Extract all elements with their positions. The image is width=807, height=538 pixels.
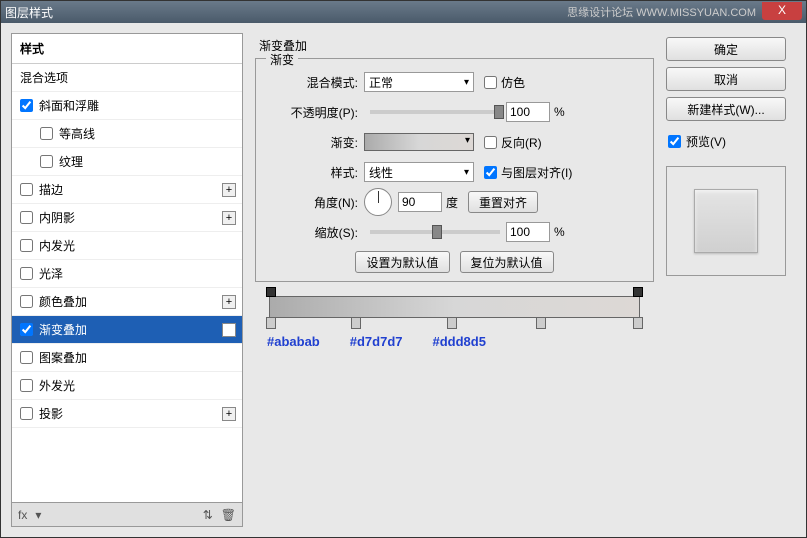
plus-icon[interactable]: + bbox=[222, 407, 236, 421]
plus-icon[interactable]: + bbox=[222, 211, 236, 225]
preview-option[interactable]: 预览(V) bbox=[666, 127, 796, 156]
angle-label: 角度(N): bbox=[264, 194, 364, 211]
blending-options[interactable]: 混合选项 bbox=[12, 64, 242, 92]
color-stop[interactable] bbox=[536, 317, 546, 329]
slider-thumb[interactable] bbox=[494, 105, 504, 119]
color-stop[interactable] bbox=[266, 317, 276, 329]
style-satin[interactable]: 光泽 bbox=[12, 260, 242, 288]
style-outer-glow[interactable]: 外发光 bbox=[12, 372, 242, 400]
reverse-option[interactable]: 反向(R) bbox=[484, 134, 542, 151]
up-down-icon[interactable]: ⇅ bbox=[203, 508, 213, 522]
blend-mode-label: 混合模式: bbox=[264, 74, 364, 91]
window-title: 图层样式 bbox=[5, 4, 53, 21]
dialog-content: 样式 混合选项 斜面和浮雕 等高线 纹理 描边+ 内阴影+ 内发光 光泽 颜色叠… bbox=[1, 23, 806, 537]
reset-default-button[interactable]: 复位为默认值 bbox=[460, 251, 554, 273]
drop-shadow-check[interactable] bbox=[20, 407, 33, 420]
cancel-button[interactable]: 取消 bbox=[666, 67, 786, 91]
gradient-picker[interactable] bbox=[364, 133, 474, 151]
ok-button[interactable]: 确定 bbox=[666, 37, 786, 61]
styles-panel: 样式 混合选项 斜面和浮雕 等高线 纹理 描边+ 内阴影+ 内发光 光泽 颜色叠… bbox=[11, 33, 243, 527]
dither-check[interactable] bbox=[484, 76, 497, 89]
scale-input[interactable] bbox=[506, 222, 550, 242]
style-label: 样式: bbox=[264, 164, 364, 181]
gradient-bar[interactable] bbox=[269, 296, 640, 318]
style-inner-glow[interactable]: 内发光 bbox=[12, 232, 242, 260]
color-hex-2: #d7d7d7 bbox=[350, 334, 403, 349]
stroke-check[interactable] bbox=[20, 183, 33, 196]
opacity-stop[interactable] bbox=[266, 287, 276, 297]
reset-align-button[interactable]: 重置对齐 bbox=[468, 191, 538, 213]
preview-box bbox=[666, 166, 786, 276]
new-style-button[interactable]: 新建样式(W)... bbox=[666, 97, 786, 121]
preview-check[interactable] bbox=[668, 135, 681, 148]
scale-slider[interactable] bbox=[370, 230, 500, 234]
set-default-button[interactable]: 设置为默认值 bbox=[355, 251, 449, 273]
close-button[interactable]: X bbox=[762, 2, 802, 20]
slider-thumb[interactable] bbox=[432, 225, 442, 239]
gradient-overlay-panel: 渐变叠加 渐变 混合模式: 正常 仿色 不透明度(P): % 渐变: bbox=[251, 33, 658, 527]
style-color-overlay[interactable]: 颜色叠加+ bbox=[12, 288, 242, 316]
color-overlay-check[interactable] bbox=[20, 295, 33, 308]
contour-check[interactable] bbox=[40, 127, 53, 140]
gradient-overlay-check[interactable] bbox=[20, 323, 33, 336]
fx-menu[interactable]: fx bbox=[18, 508, 27, 522]
opacity-stop[interactable] bbox=[633, 287, 643, 297]
style-pattern-overlay[interactable]: 图案叠加 bbox=[12, 344, 242, 372]
style-contour[interactable]: 等高线 bbox=[12, 120, 242, 148]
color-stop[interactable] bbox=[447, 317, 457, 329]
outer-glow-check[interactable] bbox=[20, 379, 33, 392]
gradient-editor: #ababab #d7d7d7 #ddd8d5 bbox=[255, 296, 654, 349]
opacity-input[interactable] bbox=[506, 102, 550, 122]
preview-swatch bbox=[694, 189, 758, 253]
pattern-overlay-check[interactable] bbox=[20, 351, 33, 364]
styles-header[interactable]: 样式 bbox=[12, 34, 242, 64]
dither-option[interactable]: 仿色 bbox=[484, 74, 525, 91]
inner-glow-check[interactable] bbox=[20, 239, 33, 252]
style-bevel[interactable]: 斜面和浮雕 bbox=[12, 92, 242, 120]
color-hex-3: #ddd8d5 bbox=[433, 334, 486, 349]
plus-icon[interactable]: + bbox=[222, 323, 236, 337]
fx-arrow-icon[interactable]: ▾ bbox=[35, 508, 41, 522]
fieldset-legend: 渐变 bbox=[266, 51, 298, 68]
dialog-buttons: 确定 取消 新建样式(W)... 预览(V) bbox=[666, 33, 796, 527]
angle-dial[interactable] bbox=[364, 188, 392, 216]
style-drop-shadow[interactable]: 投影+ bbox=[12, 400, 242, 428]
align-option[interactable]: 与图层对齐(I) bbox=[484, 164, 572, 181]
opacity-label: 不透明度(P): bbox=[264, 104, 364, 121]
color-stop[interactable] bbox=[351, 317, 361, 329]
reverse-check[interactable] bbox=[484, 136, 497, 149]
align-check[interactable] bbox=[484, 166, 497, 179]
texture-check[interactable] bbox=[40, 155, 53, 168]
style-stroke[interactable]: 描边+ bbox=[12, 176, 242, 204]
styles-list: 样式 混合选项 斜面和浮雕 等高线 纹理 描边+ 内阴影+ 内发光 光泽 颜色叠… bbox=[11, 33, 243, 503]
color-hex-1: #ababab bbox=[267, 334, 320, 349]
inner-shadow-check[interactable] bbox=[20, 211, 33, 224]
titlebar[interactable]: 图层样式 思缘设计论坛 WWW.MISSYUAN.COM X bbox=[1, 1, 806, 23]
plus-icon[interactable]: + bbox=[222, 295, 236, 309]
blend-mode-select[interactable]: 正常 bbox=[364, 72, 474, 92]
color-labels: #ababab #d7d7d7 #ddd8d5 bbox=[265, 334, 644, 349]
section-title: 渐变叠加 bbox=[255, 37, 654, 54]
angle-input[interactable] bbox=[398, 192, 442, 212]
gradient-fieldset: 渐变 混合模式: 正常 仿色 不透明度(P): % 渐变: 反向(R) bbox=[255, 58, 654, 282]
scale-label: 缩放(S): bbox=[264, 224, 364, 241]
gradient-label: 渐变: bbox=[264, 134, 364, 151]
style-inner-shadow[interactable]: 内阴影+ bbox=[12, 204, 242, 232]
satin-check[interactable] bbox=[20, 267, 33, 280]
layer-style-dialog: 图层样式 思缘设计论坛 WWW.MISSYUAN.COM X 样式 混合选项 斜… bbox=[0, 0, 807, 538]
styles-footer: fx ▾ ⇅ 🗑 bbox=[11, 503, 243, 527]
watermark: 思缘设计论坛 WWW.MISSYUAN.COM bbox=[567, 4, 756, 20]
color-stop[interactable] bbox=[633, 317, 643, 329]
opacity-slider[interactable] bbox=[370, 110, 500, 114]
bevel-check[interactable] bbox=[20, 99, 33, 112]
trash-icon[interactable]: 🗑 bbox=[221, 508, 236, 522]
style-gradient-overlay[interactable]: 渐变叠加+ bbox=[12, 316, 242, 344]
gradient-style-select[interactable]: 线性 bbox=[364, 162, 474, 182]
style-texture[interactable]: 纹理 bbox=[12, 148, 242, 176]
plus-icon[interactable]: + bbox=[222, 183, 236, 197]
